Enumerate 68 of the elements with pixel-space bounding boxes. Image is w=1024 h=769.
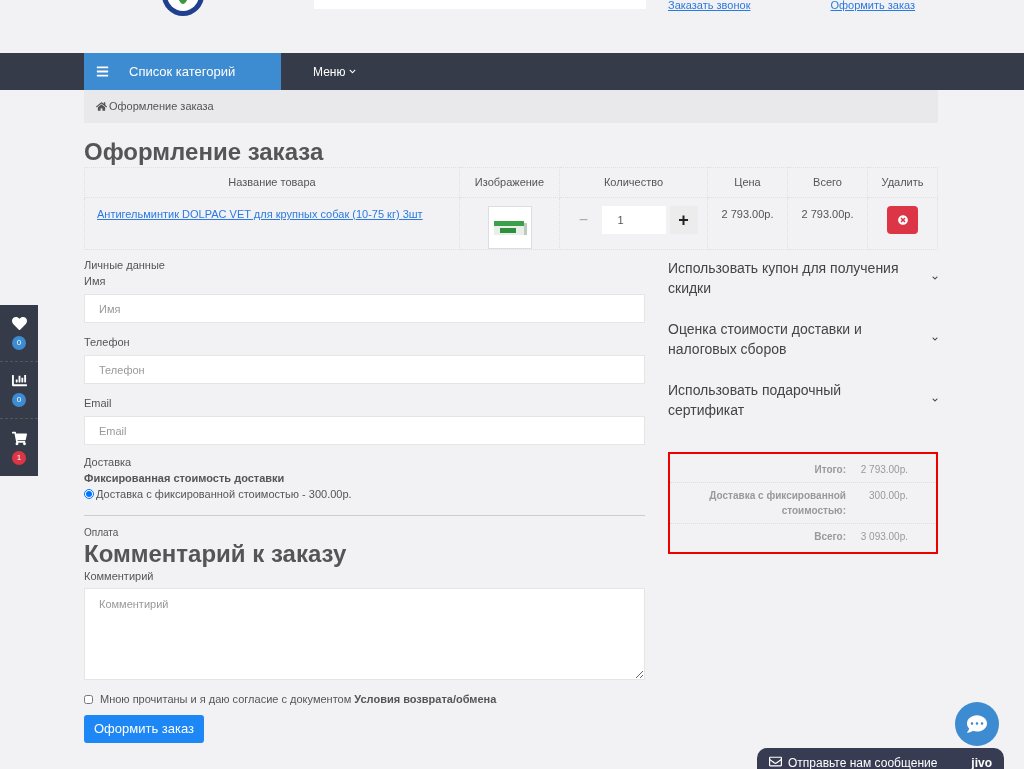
total-cell: 2 793.00р. bbox=[801, 208, 854, 220]
menu-icon bbox=[96, 65, 109, 78]
submit-button[interactable]: Оформить заказ bbox=[84, 715, 204, 743]
chat-message: Отправьте нам сообщение bbox=[788, 755, 938, 769]
home-icon[interactable] bbox=[96, 101, 107, 112]
cart-icon bbox=[11, 430, 27, 446]
menu-link[interactable]: Меню bbox=[313, 53, 357, 90]
accordion-header[interactable]: Использовать купон для получения скидки bbox=[668, 258, 938, 298]
chevron-icon bbox=[349, 68, 357, 75]
count-badge: 0 bbox=[12, 336, 26, 350]
field-label: Имя bbox=[84, 274, 107, 288]
totals-value: 300.00р. bbox=[868, 489, 908, 503]
breadcrumb-link[interactable]: Оформление заказа bbox=[109, 98, 214, 115]
column-header: Всего bbox=[787, 167, 868, 198]
heart-icon bbox=[11, 316, 27, 331]
chat-button[interactable] bbox=[955, 702, 999, 746]
envelope-icon bbox=[769, 755, 782, 768]
quantity-field[interactable]: 1 bbox=[601, 206, 666, 234]
comment-field[interactable]: Комментирий bbox=[84, 588, 645, 680]
section-title: Комментарий к заказу bbox=[84, 540, 348, 568]
column-header: Название товара bbox=[84, 167, 460, 198]
chat-icon bbox=[967, 714, 987, 734]
section-heading: Личные данные bbox=[84, 258, 166, 272]
column-header: Изображение bbox=[459, 167, 560, 198]
agreement-checkbox[interactable] bbox=[84, 694, 93, 704]
section-heading: Оплата bbox=[84, 526, 120, 540]
radio-label: Доставка с фиксированной стоимостью - 300.00р. bbox=[96, 487, 352, 501]
totals-label: Доставка с фиксированной стоимостью: bbox=[708, 489, 847, 518]
product-link[interactable]: Антигельминтик DOLPAC VET для крупных собак (10-75 кг) 3шт bbox=[97, 208, 423, 220]
chart-icon bbox=[11, 373, 27, 388]
totals-value: 2 793.00р. bbox=[859, 463, 908, 477]
count-badge: 1 bbox=[12, 450, 26, 465]
chevron-icon bbox=[932, 397, 938, 403]
accordion-header[interactable]: Оценка стоимости доставки и налоговых сборов bbox=[668, 319, 938, 359]
chevron-icon bbox=[932, 336, 938, 342]
totals-label: Всего: bbox=[813, 530, 847, 544]
field-label: Комментирий bbox=[84, 569, 155, 583]
field-label: Телефон bbox=[84, 335, 131, 349]
logo[interactable] bbox=[160, 0, 206, 18]
section-heading: Доставка bbox=[84, 455, 133, 469]
text-field[interactable]: Телефон bbox=[84, 355, 645, 384]
categories-button[interactable]: Список категорий bbox=[84, 53, 281, 90]
chat-brand: jivo bbox=[971, 755, 992, 769]
price-cell: 2 793.00р. bbox=[721, 208, 774, 220]
text-field[interactable]: Имя bbox=[84, 294, 645, 323]
increase-button[interactable]: + bbox=[669, 206, 698, 234]
page-title: Оформление заказа bbox=[84, 137, 325, 167]
field-label: Email bbox=[84, 396, 113, 410]
column-header: Количество bbox=[559, 167, 708, 198]
header-link[interactable]: Заказать звонок bbox=[668, 0, 751, 10]
chat-bar[interactable]: Отправьте нам сообщение jivo bbox=[757, 748, 1004, 769]
remove-button[interactable] bbox=[887, 206, 918, 234]
accordion-header[interactable]: Использовать подарочный сертификат bbox=[668, 380, 938, 420]
totals-label: Итого: bbox=[813, 463, 847, 477]
chevron-icon bbox=[932, 275, 938, 281]
totals-value: 3 093.00р. bbox=[859, 530, 908, 544]
close-icon bbox=[897, 215, 908, 225]
agreement-text: Мною прочитаны и я даю согласие с документом Условия возврата/обмена bbox=[100, 692, 497, 706]
count-badge: 0 bbox=[12, 393, 26, 407]
side-panel-button[interactable]: 0 bbox=[0, 305, 38, 362]
column-header: Цена bbox=[707, 167, 788, 198]
delivery-method-title: Фиксированная стоимость доставки bbox=[84, 471, 286, 485]
text-field[interactable]: Email bbox=[84, 416, 645, 445]
header-link[interactable]: Оформить заказ bbox=[830, 0, 916, 10]
side-panel-button[interactable]: 1 bbox=[0, 419, 38, 476]
delivery-radio[interactable] bbox=[84, 489, 94, 499]
side-panel-button[interactable]: 0 bbox=[0, 362, 38, 419]
column-header: Удалить bbox=[867, 167, 938, 198]
